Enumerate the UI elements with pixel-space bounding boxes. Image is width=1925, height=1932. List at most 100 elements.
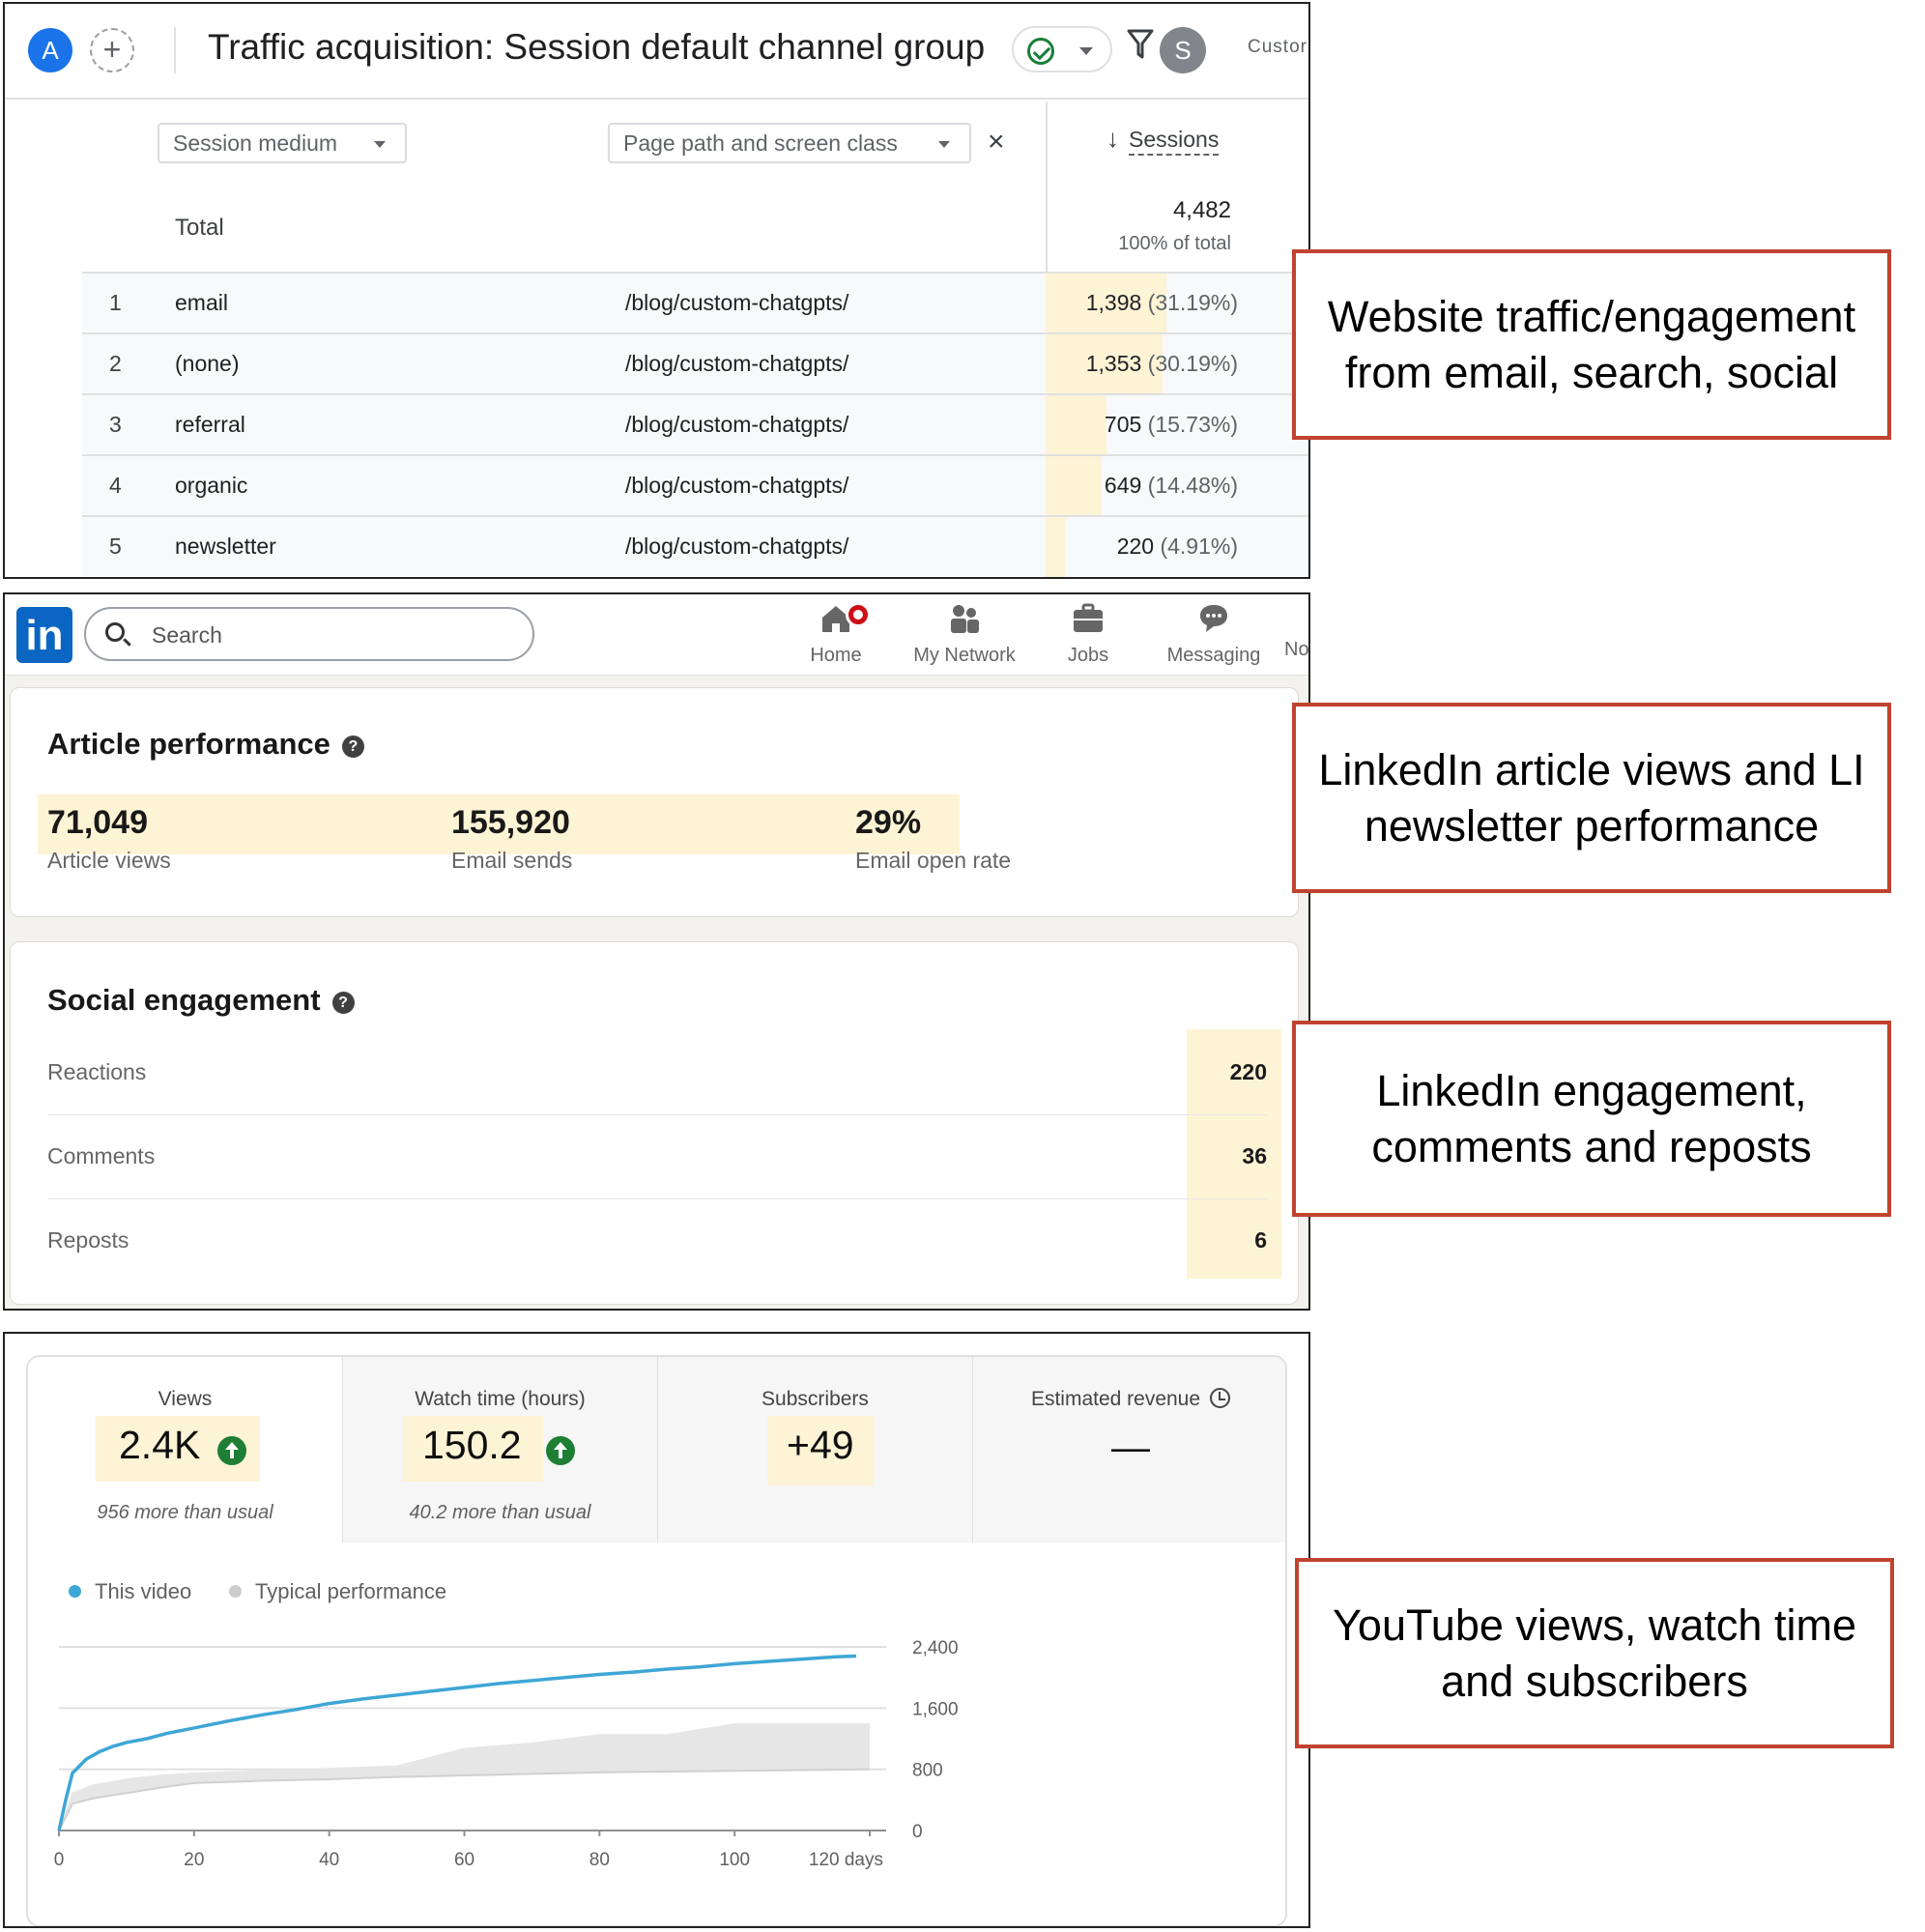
customize-report-button[interactable]: Custor <box>1248 37 1307 58</box>
linkedin-logo[interactable]: in <box>16 607 72 663</box>
x-tick-label: 80 <box>589 1850 610 1870</box>
x-tick-label: 20 <box>184 1850 204 1870</box>
subscribers-value: +49 <box>787 1423 854 1467</box>
page-path-cell: /blog/custom-chatgpts/ <box>625 351 849 376</box>
views-value: 2.4K <box>119 1423 201 1467</box>
session-medium-cell: (none) <box>175 351 240 376</box>
article-views-label: Article views <box>47 848 171 873</box>
email-sends-value: 155,920 <box>451 804 570 841</box>
x-tick-label: 40 <box>319 1850 339 1870</box>
annotation-linkedin-engagement: LinkedIn engagement, comments and repost… <box>1292 1021 1891 1217</box>
email-open-rate-stat: 29% Email open rate <box>855 804 1011 874</box>
search-input[interactable]: Search <box>84 607 534 661</box>
nav-notifications-truncated[interactable]: No <box>1284 602 1308 676</box>
clock-icon <box>1210 1388 1231 1408</box>
trend-up-icon <box>217 1436 246 1465</box>
comments-value: 36 <box>1242 1143 1267 1168</box>
nav-messaging[interactable]: Messaging <box>1161 602 1267 676</box>
engagement-row-reposts[interactable]: Reposts 6 <box>47 1199 1267 1283</box>
primary-dimension-label: Session medium <box>173 130 338 156</box>
search-icon <box>105 622 125 642</box>
social-engagement-card: Social engagement? Reactions 220 Comment… <box>10 941 1299 1305</box>
sessions-share-bar <box>1046 517 1065 577</box>
sessions-cell: 1,353 (30.19%) <box>1085 351 1238 376</box>
total-percentage: 100% of total <box>1118 233 1231 254</box>
page-path-cell: /blog/custom-chatgpts/ <box>625 533 849 559</box>
session-medium-cell: referral <box>175 412 245 437</box>
session-medium-cell: email <box>175 290 228 315</box>
secondary-dimension-select[interactable]: Page path and screen class <box>608 123 971 163</box>
sessions-cell: 705 (15.73%) <box>1104 412 1238 437</box>
row-index: 2 <box>109 351 122 376</box>
briefcase-icon <box>1074 603 1103 632</box>
help-icon[interactable]: ? <box>331 992 355 1014</box>
linkedin-top-nav: in Search Home My Network Jobs Messaging… <box>5 594 1308 676</box>
views-line-chart[interactable]: 0 800 1,600 2,400 0 20 40 60 80 100 120 days <box>28 1599 1287 1927</box>
tab-subscribers[interactable]: Subscribers +49 <box>658 1357 973 1543</box>
chevron-down-icon <box>938 141 950 148</box>
user-avatar[interactable]: S <box>1160 27 1206 73</box>
filter-icon[interactable] <box>1126 27 1155 62</box>
session-medium-cell: newsletter <box>175 533 276 559</box>
remove-dimension-close-icon[interactable]: × <box>988 128 1005 157</box>
y-tick-label: 800 <box>912 1761 943 1781</box>
y-tick-label: 1,600 <box>912 1699 959 1719</box>
row-index: 3 <box>109 412 122 437</box>
tab-watch-time[interactable]: Watch time (hours) 150.2 40.2 more than … <box>343 1357 658 1543</box>
comments-label: Comments <box>47 1143 156 1168</box>
youtube-panel: Views 2.4K 956 more than usual Watch tim… <box>3 1332 1310 1928</box>
row-index: 4 <box>109 473 122 498</box>
tab-views[interactable]: Views 2.4K 956 more than usual <box>28 1357 343 1543</box>
engagement-row-comments[interactable]: Comments 36 <box>47 1115 1267 1199</box>
sessions-column-header[interactable]: ↓ Sessions <box>1106 124 1220 156</box>
typical-performance-band <box>59 1723 871 1831</box>
notification-badge <box>846 602 871 627</box>
row-index: 5 <box>109 533 122 559</box>
legend-dot <box>229 1585 242 1598</box>
search-placeholder: Search <box>152 622 222 648</box>
page-path-cell: /blog/custom-chatgpts/ <box>625 473 849 498</box>
report-title: Traffic acquisition: Session default cha… <box>208 27 986 67</box>
table-row[interactable]: 3 referral /blog/custom-chatgpts/ 705 (1… <box>82 393 1308 456</box>
sort-descending-icon: ↓ <box>1106 124 1119 153</box>
trend-up-icon <box>546 1436 575 1465</box>
tab-estimated-revenue[interactable]: Estimated revenue — <box>973 1357 1285 1543</box>
annotation-youtube: YouTube views, watch time and subscriber… <box>1295 1558 1894 1748</box>
x-tick-label: 60 <box>454 1850 474 1870</box>
watch-time-value: 150.2 <box>422 1423 522 1467</box>
add-comparison-button[interactable]: + <box>90 28 134 72</box>
table-row[interactable]: 4 organic /blog/custom-chatgpts/ 649 (14… <box>82 454 1308 517</box>
account-avatar[interactable]: A <box>28 28 72 72</box>
nav-my-network-label: My Network <box>913 645 1016 666</box>
email-open-rate-label: Email open rate <box>855 848 1012 873</box>
total-sessions-value: 4,482 <box>1172 197 1231 223</box>
nav-jobs[interactable]: Jobs <box>1049 602 1127 676</box>
article-performance-card: Article performance? 71,049 Article view… <box>10 687 1299 917</box>
table-row[interactable]: 5 newsletter /blog/custom-chatgpts/ 220 … <box>82 515 1308 577</box>
linkedin-panel: in Search Home My Network Jobs Messaging… <box>3 592 1310 1311</box>
table-row[interactable]: 1 email /blog/custom-chatgpts/ 1,398 (31… <box>82 272 1308 334</box>
email-open-rate-value: 29% <box>855 804 922 841</box>
sessions-cell: 649 (14.48%) <box>1104 473 1238 498</box>
primary-dimension-select[interactable]: Session medium <box>158 123 407 163</box>
nav-my-network[interactable]: My Network <box>902 602 1027 676</box>
watch-time-title: Watch time (hours) <box>415 1388 586 1410</box>
watch-time-comparison: 40.2 more than usual <box>409 1502 591 1523</box>
engagement-row-reactions[interactable]: Reactions 220 <box>47 1031 1267 1115</box>
email-sends-stat: 155,920 Email sends <box>451 804 572 874</box>
reposts-label: Reposts <box>47 1227 129 1253</box>
chevron-down-icon <box>374 141 386 148</box>
chevron-down-icon <box>1079 47 1093 55</box>
help-icon[interactable]: ? <box>341 735 364 758</box>
table-row[interactable]: 2 (none) /blog/custom-chatgpts/ 1,353 (3… <box>82 332 1308 395</box>
email-sends-label: Email sends <box>451 848 573 873</box>
article-views-value: 71,049 <box>47 804 148 841</box>
header-divider <box>174 27 176 73</box>
youtube-analytics-card: Views 2.4K 956 more than usual Watch tim… <box>26 1355 1287 1927</box>
social-engagement-title: Social engagement? <box>47 983 355 1018</box>
messaging-icon <box>1200 605 1227 632</box>
report-status-dropdown[interactable] <box>1012 26 1112 72</box>
x-tick-label: 0 <box>54 1850 65 1870</box>
nav-home[interactable]: Home <box>797 602 875 676</box>
legend-dot <box>69 1585 81 1598</box>
